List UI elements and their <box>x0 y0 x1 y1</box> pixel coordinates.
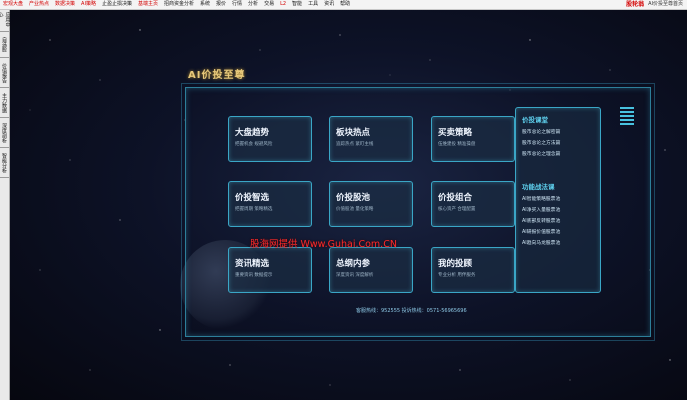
menu-item-macro[interactable]: 宏观大盘 <box>0 0 26 9</box>
tile-subtitle: 把握周期 策略精选 <box>235 207 273 212</box>
tile-sector-hotspot[interactable]: 板块热点 追踪热点 紧盯主线 <box>329 116 413 162</box>
watermark-text: 股海网提供 Www.Guhai.Com.CN <box>250 239 397 250</box>
sidebar-tab-watchlist[interactable]: 自选股 <box>0 32 9 58</box>
menu-item-tools[interactable]: 工具 <box>305 0 321 9</box>
tile-subtitle: 把握机会 规避风险 <box>235 142 273 147</box>
tile-subtitle: 核心资产 合理配置 <box>438 207 476 212</box>
panel-link[interactable]: AI智能策略股票池 <box>522 195 600 202</box>
menu-item-system[interactable]: 系统 <box>197 0 213 9</box>
tile-subtitle: 伍维建投 精准操盘 <box>438 142 476 147</box>
tile-title: 总纲内参 <box>336 259 371 269</box>
sidebar-tab-value-report[interactable]: 价值报告 <box>0 58 9 88</box>
left-sidebar: 应用中心 自选股 价值报告 主力数据 深度剖析 智能分析 <box>0 10 11 400</box>
tile-title: 大盘趋势 <box>235 128 270 138</box>
tile-subtitle: 重要资讯 数据提示 <box>235 273 273 278</box>
menu-item-market[interactable]: 行情 <box>229 0 245 9</box>
brand-subtitle: AI价投至尊首页 <box>648 1 683 7</box>
menu-item-fund-analysis[interactable]: 招商资金分析 <box>161 0 197 9</box>
tile-title: 价投智选 <box>235 193 270 203</box>
menu-item-l2[interactable]: L2 <box>277 0 289 9</box>
tile-portfolio[interactable]: 价投组合 核心资产 合理配置 <box>431 181 515 227</box>
panel-link[interactable]: 股市总论之方法篇 <box>522 139 600 146</box>
panel-link[interactable]: AI净买入量股票池 <box>522 206 600 213</box>
hotline-text: 客服热线：952555 投诉热线：0571-56965696 <box>356 308 467 314</box>
menu-item-industry-hotspot[interactable]: 产业热点 <box>26 0 52 9</box>
panel-link[interactable]: AI研报价值股票池 <box>522 228 600 235</box>
page-title: AI价投至尊 <box>188 70 246 81</box>
menu-item-smart[interactable]: 智能 <box>289 0 305 9</box>
brand-area: 股轮翁 AI价投至尊首页 <box>626 0 687 9</box>
top-menu-bar: 宏观大盘 产业热点 数据决策 AI策略 止盈止损决策 基端主页 招商资金分析 系… <box>0 0 687 10</box>
menu-item-home[interactable]: 基端主页 <box>135 0 161 9</box>
panel-link[interactable]: AI底部反转股票池 <box>522 217 600 224</box>
menu-item-news[interactable]: 资讯 <box>321 0 337 9</box>
panel-link[interactable]: AI趋向马龙股票池 <box>522 239 600 246</box>
tile-stock-pool[interactable]: 价投股池 价值股池 量化策略 <box>329 181 413 227</box>
sidebar-tab-deep-analysis[interactable]: 深度剖析 <box>0 118 9 148</box>
menu-item-stop-decision[interactable]: 止盈止损决策 <box>99 0 135 9</box>
course-panel: 价投课堂 股市总论之解密篇 股市总论之方法篇 股市总论之理念篇 功能战法课 AI… <box>515 107 601 293</box>
menu-item-trade[interactable]: 交易 <box>261 0 277 9</box>
tile-title: 板块热点 <box>336 128 371 138</box>
tile-my-advisor[interactable]: 我的投顾 专业分析 用伴服务 <box>431 247 515 293</box>
panel-heading-tactics: 功能战法课 <box>522 183 555 191</box>
menu-item-ai-strategy[interactable]: AI策略 <box>78 0 99 9</box>
tile-title: 我的投顾 <box>438 259 473 269</box>
tile-market-trend[interactable]: 大盘趋势 把握机会 规避风险 <box>228 116 312 162</box>
panel-heading-course: 价投课堂 <box>522 116 548 124</box>
menu-item-analysis[interactable]: 分析 <box>245 0 261 9</box>
tile-inside-reference[interactable]: 总纲内参 深度资讯 深度解析 <box>329 247 413 293</box>
tile-subtitle: 追踪热点 紧盯主线 <box>336 142 374 147</box>
brand-logo: 股轮翁 <box>626 1 645 8</box>
tile-subtitle: 专业分析 用伴服务 <box>438 273 476 278</box>
panel-link[interactable]: 股市总论之解密篇 <box>522 128 600 135</box>
tile-smart-pick[interactable]: 价投智选 把握周期 策略精选 <box>228 181 312 227</box>
hud-bars-icon <box>620 105 634 135</box>
tile-title: 买卖策略 <box>438 128 473 138</box>
tile-trade-strategy[interactable]: 买卖策略 伍维建投 精准操盘 <box>431 116 515 162</box>
tile-title: 资讯精选 <box>235 259 270 269</box>
sidebar-tab-app-center[interactable]: 应用中心 <box>0 10 11 32</box>
menu-item-data-decision[interactable]: 数据决策 <box>52 0 78 9</box>
tile-news-picks[interactable]: 资讯精选 重要资讯 数据提示 <box>228 247 312 293</box>
tile-title: 价投股池 <box>336 193 371 203</box>
tile-subtitle: 深度资讯 深度解析 <box>336 273 374 278</box>
tile-title: 价投组合 <box>438 193 473 203</box>
sidebar-tab-smart-analysis[interactable]: 智能分析 <box>0 148 9 178</box>
tile-subtitle: 价值股池 量化策略 <box>336 207 374 212</box>
menu-item-quote[interactable]: 报价 <box>213 0 229 9</box>
sidebar-tab-main-data[interactable]: 主力数据 <box>0 88 9 118</box>
menu-item-help[interactable]: 帮助 <box>337 0 353 9</box>
panel-link[interactable]: 股市总论之理念篇 <box>522 150 600 157</box>
